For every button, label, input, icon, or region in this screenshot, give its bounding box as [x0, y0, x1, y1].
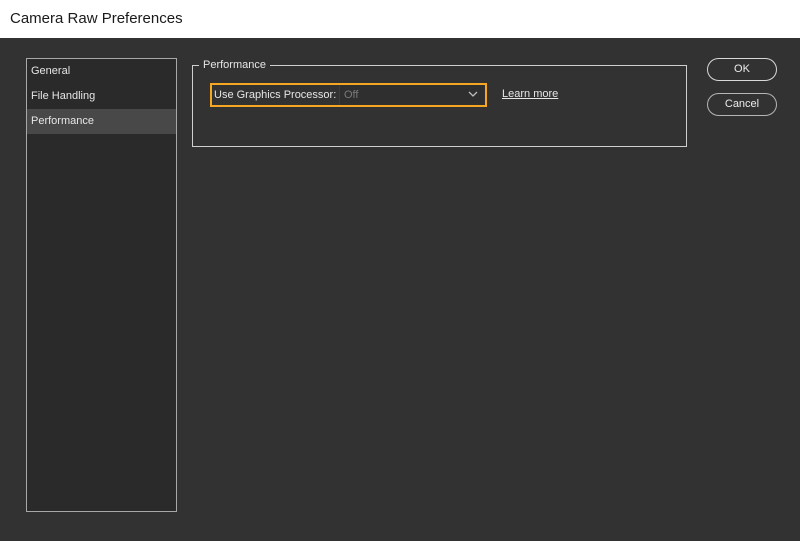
preferences-sidebar: General File Handling Performance	[26, 58, 177, 512]
graphics-processor-row: Use Graphics Processor: Off	[210, 83, 487, 107]
ok-button[interactable]: OK	[707, 58, 777, 81]
sidebar-item-file-handling[interactable]: File Handling	[27, 84, 176, 109]
learn-more-link[interactable]: Learn more	[502, 88, 558, 100]
cancel-button[interactable]: Cancel	[707, 93, 777, 116]
window-title: Camera Raw Preferences	[0, 0, 800, 38]
chevron-down-icon	[468, 91, 478, 97]
sidebar-item-performance[interactable]: Performance	[27, 109, 176, 134]
performance-group-title: Performance	[199, 59, 270, 72]
graphics-processor-label: Use Graphics Processor:	[214, 89, 337, 101]
performance-group: Performance Use Graphics Processor: Off …	[192, 59, 687, 147]
graphics-processor-dropdown[interactable]: Off	[339, 85, 484, 105]
sidebar-item-general[interactable]: General	[27, 59, 176, 84]
graphics-processor-value: Off	[344, 89, 359, 101]
